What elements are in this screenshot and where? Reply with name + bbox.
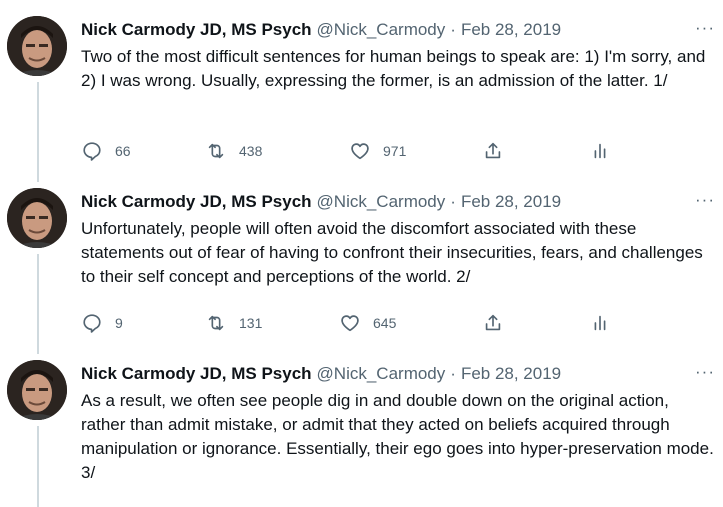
tweet-date[interactable]: Feb 28, 2019 (461, 363, 561, 385)
reply-button[interactable]: 9 (81, 312, 123, 334)
analytics-button[interactable] (589, 140, 611, 162)
author-name[interactable]: Nick Carmody JD, MS Psych (81, 19, 312, 41)
tweet-header: Nick Carmody JD, MS Psych @Nick_Carmody … (81, 191, 715, 213)
tweet-text: Two of the most difficult sentences for … (81, 47, 706, 90)
reply-count: 9 (115, 315, 123, 331)
avatar[interactable] (7, 188, 67, 248)
share-button[interactable] (482, 312, 504, 334)
tweet-text: Unfortunately, people will often avoid t… (81, 219, 703, 286)
retweet-icon (208, 315, 224, 331)
like-count: 645 (373, 315, 397, 331)
thread-line (37, 426, 39, 507)
thread-line (37, 254, 39, 354)
more-options-icon[interactable]: ··· (695, 363, 715, 381)
author-handle[interactable]: @Nick_Carmody (317, 191, 446, 213)
retweet-button[interactable]: 438 (205, 140, 262, 162)
retweet-icon (208, 143, 224, 159)
author-name[interactable]: Nick Carmody JD, MS Psych (81, 191, 312, 213)
author-handle[interactable]: @Nick_Carmody (317, 363, 446, 385)
tweet-text: As a result, we often see people dig in … (81, 391, 714, 482)
tweet-header: Nick Carmody JD, MS Psych @Nick_Carmody … (81, 363, 715, 385)
retweet-count: 131 (239, 315, 263, 331)
analytics-icon (594, 315, 606, 331)
tweet-date[interactable]: Feb 28, 2019 (461, 191, 561, 213)
tweet-actions: 9 131 645 (81, 312, 641, 334)
author-name[interactable]: Nick Carmody JD, MS Psych (81, 363, 312, 385)
more-options-icon[interactable]: ··· (695, 19, 715, 37)
tweet-actions: 66 438 971 (81, 140, 641, 162)
tweet-header: Nick Carmody JD, MS Psych @Nick_Carmody … (81, 19, 715, 41)
separator: · (450, 364, 456, 383)
thread-line (37, 82, 39, 182)
reply-icon (83, 314, 101, 333)
heart-icon (351, 143, 369, 160)
reply-count: 66 (115, 143, 131, 159)
retweet-count: 438 (239, 143, 263, 159)
reply-icon (83, 142, 101, 161)
share-button[interactable] (482, 140, 504, 162)
tweet-date[interactable]: Feb 28, 2019 (461, 19, 561, 41)
like-button[interactable]: 971 (349, 140, 406, 162)
heart-icon (341, 315, 359, 332)
share-icon (485, 314, 501, 331)
like-button[interactable]: 645 (339, 312, 396, 334)
avatar[interactable] (7, 360, 67, 420)
reply-button[interactable]: 66 (81, 140, 131, 162)
share-icon (485, 142, 501, 159)
retweet-button[interactable]: 131 (205, 312, 262, 334)
author-handle[interactable]: @Nick_Carmody (317, 19, 446, 41)
analytics-button[interactable] (589, 312, 611, 334)
avatar[interactable] (7, 16, 67, 76)
more-options-icon[interactable]: ··· (695, 191, 715, 209)
analytics-icon (594, 143, 606, 159)
separator: · (450, 192, 456, 211)
like-count: 971 (383, 143, 407, 159)
separator: · (450, 20, 456, 39)
